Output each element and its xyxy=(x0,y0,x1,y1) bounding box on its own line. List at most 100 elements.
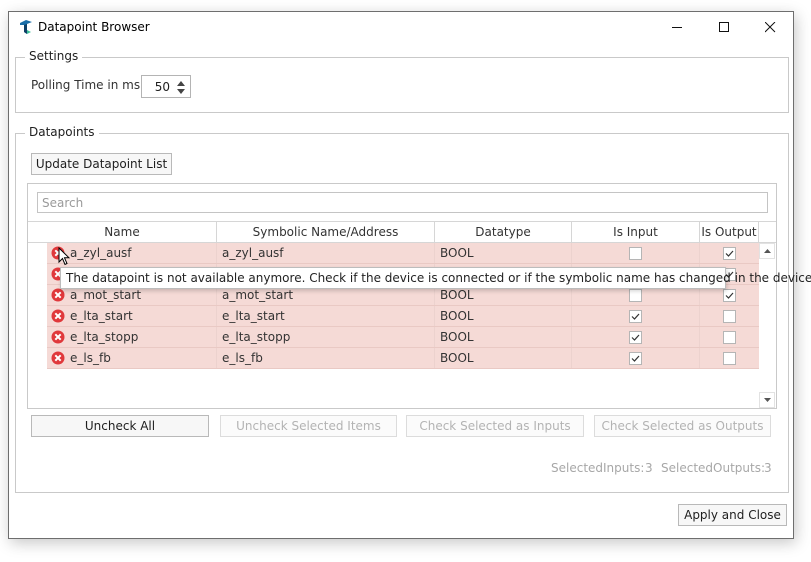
selected-outputs-value: 3 xyxy=(764,461,772,475)
checkmark-icon xyxy=(725,250,734,257)
table-row[interactable]: e_lta_start e_lta_start BOOL xyxy=(47,306,759,327)
symbolic-address: e_ls_fb xyxy=(222,351,263,365)
error-tooltip: The datapoint is not available anymore. … xyxy=(60,267,811,289)
is-output-checkbox[interactable] xyxy=(723,246,736,260)
is-input-cell xyxy=(572,306,700,326)
title-bar[interactable]: Datapoint Browser xyxy=(9,12,793,42)
scroll-up-button[interactable] xyxy=(759,243,775,259)
symbolic-address: a_zyl_ausf xyxy=(222,246,284,260)
name-cell: e_ls_fb xyxy=(47,348,217,368)
search-input[interactable] xyxy=(42,195,767,210)
symbolic-cell: e_lta_stopp xyxy=(217,327,435,347)
checkmark-icon xyxy=(725,292,734,299)
datatype-cell: BOOL xyxy=(435,243,572,263)
error-icon xyxy=(51,330,65,344)
maximize-icon xyxy=(718,21,729,32)
column-header-is-input[interactable]: Is Input xyxy=(572,222,700,242)
update-datapoint-list-button[interactable]: Update Datapoint List xyxy=(31,153,172,175)
symbolic-cell: e_lta_start xyxy=(217,306,435,326)
is-output-cell xyxy=(700,243,759,263)
symbolic-cell: e_ls_fb xyxy=(217,348,435,368)
grid-header: Name Symbolic Name/Address Datatype Is I… xyxy=(28,221,776,243)
is-input-cell xyxy=(572,348,700,368)
checkmark-icon xyxy=(631,334,640,341)
datatype: BOOL xyxy=(440,246,474,260)
table-row[interactable]: a_zyl_ausf a_zyl_ausf BOOL xyxy=(47,243,759,264)
checkmark-icon xyxy=(631,313,640,320)
datapoint-name: e_ls_fb xyxy=(70,351,111,365)
is-input-checkbox[interactable] xyxy=(629,351,642,365)
symbolic-cell: a_zyl_ausf xyxy=(217,243,435,263)
datatype: BOOL xyxy=(440,351,474,365)
vertical-scrollbar[interactable] xyxy=(759,243,775,408)
arrow-up-icon xyxy=(763,249,771,253)
decrement-button[interactable] xyxy=(176,87,186,95)
arrow-down-icon xyxy=(763,398,771,402)
error-icon xyxy=(51,288,65,302)
increment-button[interactable] xyxy=(176,79,186,87)
datapoints-group-label: Datapoints xyxy=(25,125,99,139)
scroll-down-button[interactable] xyxy=(759,392,775,408)
column-header-is-output[interactable]: Is Output xyxy=(700,222,759,242)
uncheck-selected-button[interactable]: Uncheck Selected Items xyxy=(220,415,397,437)
minimize-icon xyxy=(671,26,682,28)
is-input-checkbox[interactable] xyxy=(629,288,642,302)
symbolic-address: a_mot_start xyxy=(222,288,294,302)
caret-up-icon xyxy=(177,80,185,86)
name-cell: e_lta_start xyxy=(47,306,217,326)
grid-rows: a_zyl_ausf a_zyl_ausf BOOL a_mot_start a_mot… xyxy=(47,243,759,369)
column-header-symbolic[interactable]: Symbolic Name/Address xyxy=(217,222,435,242)
column-header-name[interactable]: Name xyxy=(28,222,217,242)
name-cell: e_lta_stopp xyxy=(47,327,217,347)
polling-time-value[interactable]: 50 xyxy=(155,80,170,94)
selected-inputs-value: 3 xyxy=(645,461,653,475)
is-output-checkbox[interactable] xyxy=(723,351,736,365)
settings-group-label: Settings xyxy=(25,49,83,63)
is-output-checkbox[interactable] xyxy=(723,288,736,302)
is-output-cell xyxy=(700,348,759,368)
is-input-checkbox[interactable] xyxy=(629,309,642,323)
close-icon xyxy=(764,21,775,32)
datatype: BOOL xyxy=(440,330,474,344)
check-selected-inputs-button[interactable]: Check Selected as Inputs xyxy=(406,415,584,437)
datatype: BOOL xyxy=(440,288,474,302)
maximize-button[interactable] xyxy=(701,12,747,42)
app-logo-icon xyxy=(20,20,32,34)
is-input-checkbox[interactable] xyxy=(629,246,642,260)
datatype: BOOL xyxy=(440,309,474,323)
datapoint-name: a_mot_start xyxy=(70,288,142,302)
table-row[interactable]: e_lta_stopp e_lta_stopp BOOL xyxy=(47,327,759,348)
checkmark-icon xyxy=(631,355,640,362)
error-icon xyxy=(51,351,65,365)
table-row[interactable]: e_ls_fb e_ls_fb BOOL xyxy=(47,348,759,369)
is-output-checkbox[interactable] xyxy=(723,330,736,344)
error-icon xyxy=(51,309,65,323)
datapoint-name: e_lta_stopp xyxy=(70,330,139,344)
is-output-checkbox[interactable] xyxy=(723,309,736,323)
symbolic-address: e_lta_start xyxy=(222,309,285,323)
symbolic-address: e_lta_stopp xyxy=(222,330,291,344)
is-input-cell xyxy=(572,243,700,263)
is-output-cell xyxy=(700,327,759,347)
selected-inputs-label: SelectedInputs: xyxy=(551,461,645,475)
caret-down-icon xyxy=(177,88,185,94)
column-header-datatype[interactable]: Datatype xyxy=(435,222,572,242)
window-title: Datapoint Browser xyxy=(38,20,150,34)
apply-and-close-button[interactable]: Apply and Close xyxy=(678,504,787,526)
name-cell: a_zyl_ausf xyxy=(47,243,217,263)
selected-outputs-label: SelectedOutputs: xyxy=(661,461,765,475)
search-box[interactable] xyxy=(37,192,768,213)
datapoint-name: e_lta_start xyxy=(70,309,133,323)
close-button[interactable] xyxy=(747,12,793,42)
uncheck-all-button[interactable]: Uncheck All xyxy=(31,415,209,437)
is-input-cell xyxy=(572,327,700,347)
is-output-cell xyxy=(700,306,759,326)
mouse-cursor-icon xyxy=(58,247,70,266)
is-input-checkbox[interactable] xyxy=(629,330,642,344)
polling-time-stepper[interactable]: 50 xyxy=(141,75,191,98)
datatype-cell: BOOL xyxy=(435,348,572,368)
check-selected-outputs-button[interactable]: Check Selected as Outputs xyxy=(594,415,771,437)
minimize-button[interactable] xyxy=(654,12,700,42)
datatype-cell: BOOL xyxy=(435,306,572,326)
datatype-cell: BOOL xyxy=(435,327,572,347)
